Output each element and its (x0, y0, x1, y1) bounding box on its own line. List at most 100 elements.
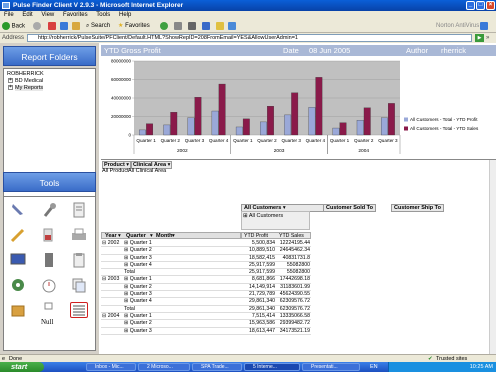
quarter-cell[interactable]: Total (123, 305, 241, 313)
wrench-tool-icon[interactable] (40, 202, 58, 218)
search-button[interactable]: ⌕ Search (86, 22, 110, 31)
edit-button[interactable] (202, 22, 210, 31)
all-customers-member[interactable]: ⊞ All Customers (241, 211, 310, 230)
address-input[interactable]: http://robherrick/PulseSuite/PFClient/De… (27, 34, 472, 42)
maximize-button[interactable]: □ (476, 1, 485, 10)
start-button[interactable]: start (0, 362, 44, 372)
bar-profit[interactable] (284, 114, 292, 136)
year-cell[interactable]: ⊟ 2003 (101, 275, 123, 284)
bar-profit[interactable] (163, 124, 171, 136)
menu-edit[interactable]: Edit (22, 12, 32, 18)
paint-tool-icon[interactable] (40, 227, 58, 243)
quarter-cell[interactable]: Total (123, 268, 241, 277)
bar-sales[interactable] (242, 118, 250, 136)
expand-icon[interactable]: + (8, 85, 13, 91)
tree-item-root[interactable]: ROBHERRICK (7, 71, 92, 78)
year-cell[interactable]: ⊟ 2004 (101, 312, 123, 321)
quarter-cell[interactable]: ⊞ Quarter 4 (123, 297, 241, 306)
menu-tools[interactable]: Tools (96, 12, 110, 18)
stop-button[interactable] (48, 22, 56, 31)
bar-sales[interactable] (267, 106, 274, 136)
measure-ytd-sales[interactable]: YTD Sales (279, 233, 304, 239)
pencil-tool-icon[interactable] (9, 227, 27, 243)
row-field-quarter[interactable]: Quarter (126, 233, 146, 239)
quarter-cell[interactable]: ⊞ Quarter 4 (123, 261, 241, 270)
quarter-cell[interactable]: ⊞ Quarter 1 (123, 312, 241, 321)
pointer-tool-icon[interactable] (9, 202, 27, 218)
bar-sales[interactable] (339, 122, 347, 136)
bar-profit[interactable] (260, 121, 267, 136)
norton-button[interactable]: Norton AntiVirus (436, 22, 479, 31)
bar-profit[interactable] (381, 117, 388, 136)
monitor-tool-icon[interactable] (9, 252, 27, 268)
bar-sales[interactable] (388, 103, 395, 136)
quarter-cell[interactable]: ⊞ Quarter 2 (123, 246, 241, 255)
stopwatch-tool-icon[interactable] (40, 277, 58, 293)
mail-button[interactable] (174, 22, 182, 31)
refresh-button[interactable] (60, 22, 68, 31)
quarter-cell[interactable]: ⊞ Quarter 1 (123, 240, 241, 248)
settings-tool-icon[interactable] (9, 277, 27, 293)
bar-sales[interactable] (146, 123, 153, 136)
book-tool-icon[interactable] (40, 252, 58, 268)
close-button[interactable]: × (486, 1, 495, 10)
quarter-cell[interactable]: ⊞ Quarter 1 (123, 275, 241, 284)
folder-button[interactable] (216, 22, 224, 31)
null-tool-icon[interactable] (40, 302, 58, 318)
quarter-cell[interactable]: ⊞ Quarter 3 (123, 327, 241, 335)
tree-item-my-reports[interactable]: + My Reports (7, 85, 92, 92)
box-tool-icon[interactable] (9, 302, 27, 318)
bar-profit[interactable] (356, 120, 364, 136)
menu-favorites[interactable]: Favorites (63, 12, 88, 18)
list-tool-icon[interactable] (70, 302, 88, 318)
row-field-year[interactable]: Year (105, 233, 117, 239)
bar-profit[interactable] (187, 117, 195, 136)
col-field-sold-to[interactable]: Customer Sold To (323, 204, 376, 212)
bar-sales[interactable] (170, 112, 178, 136)
copy-tool-icon[interactable] (70, 277, 88, 293)
printer-tool-icon[interactable] (70, 227, 88, 243)
quarter-cell[interactable]: ⊞ Quarter 2 (123, 283, 241, 292)
task-spa-trade[interactable]: SPA Trade... (192, 363, 242, 371)
bar-profit[interactable] (235, 126, 243, 136)
measure-ytd-profit[interactable]: YTD Profit (244, 233, 268, 239)
bar-sales[interactable] (218, 83, 226, 136)
quarter-cell[interactable]: ⊞ Quarter 3 (123, 254, 241, 262)
bar-sales[interactable] (194, 97, 202, 136)
row-field-month[interactable]: Month (156, 233, 173, 239)
grid-scrollbar[interactable] (489, 160, 496, 355)
back-button[interactable]: Back (2, 22, 25, 31)
forward-button[interactable] (33, 22, 41, 31)
minimize-button[interactable]: _ (466, 1, 475, 10)
bar-profit[interactable] (308, 107, 316, 136)
links-icon[interactable]: » (486, 33, 489, 43)
quarter-cell[interactable]: ⊞ Quarter 3 (123, 290, 241, 299)
document-tool-icon[interactable] (70, 202, 88, 218)
menu-view[interactable]: View (41, 12, 54, 18)
clipboard-tool-icon[interactable] (70, 252, 88, 268)
language-indicator[interactable]: EN (370, 362, 378, 372)
menu-file[interactable]: File (4, 12, 14, 18)
bar-sales[interactable] (363, 107, 371, 136)
messenger-button[interactable] (228, 22, 236, 31)
task-microsoft[interactable]: 2 Microso... (138, 363, 190, 371)
favorites-button[interactable]: ★ Favorites (118, 22, 150, 31)
task-inbox[interactable]: Inbox - Mic... (86, 363, 136, 371)
year-cell[interactable]: ⊟ 2002 (101, 240, 123, 248)
bar-profit[interactable] (211, 110, 219, 136)
col-field-ship-to[interactable]: Customer Ship To (391, 204, 444, 212)
quarter-cell[interactable]: ⊞ Quarter 2 (123, 319, 241, 328)
print-button[interactable] (188, 22, 196, 31)
go-button[interactable]: ▶ (475, 34, 484, 42)
expand-icon[interactable]: + (8, 78, 13, 84)
menu-help[interactable]: Help (119, 12, 131, 18)
history-button[interactable] (160, 22, 168, 31)
task-presentation[interactable]: Presentati... (302, 363, 360, 371)
bar-profit[interactable] (139, 129, 146, 136)
tree-item-bd-medical[interactable]: + BD Medical (7, 78, 92, 85)
task-internet[interactable]: 5 Interne... (244, 363, 300, 371)
norton-menu-button[interactable] (480, 22, 488, 31)
bar-sales[interactable] (315, 77, 323, 136)
bar-profit[interactable] (332, 127, 340, 136)
home-button[interactable] (72, 22, 80, 31)
